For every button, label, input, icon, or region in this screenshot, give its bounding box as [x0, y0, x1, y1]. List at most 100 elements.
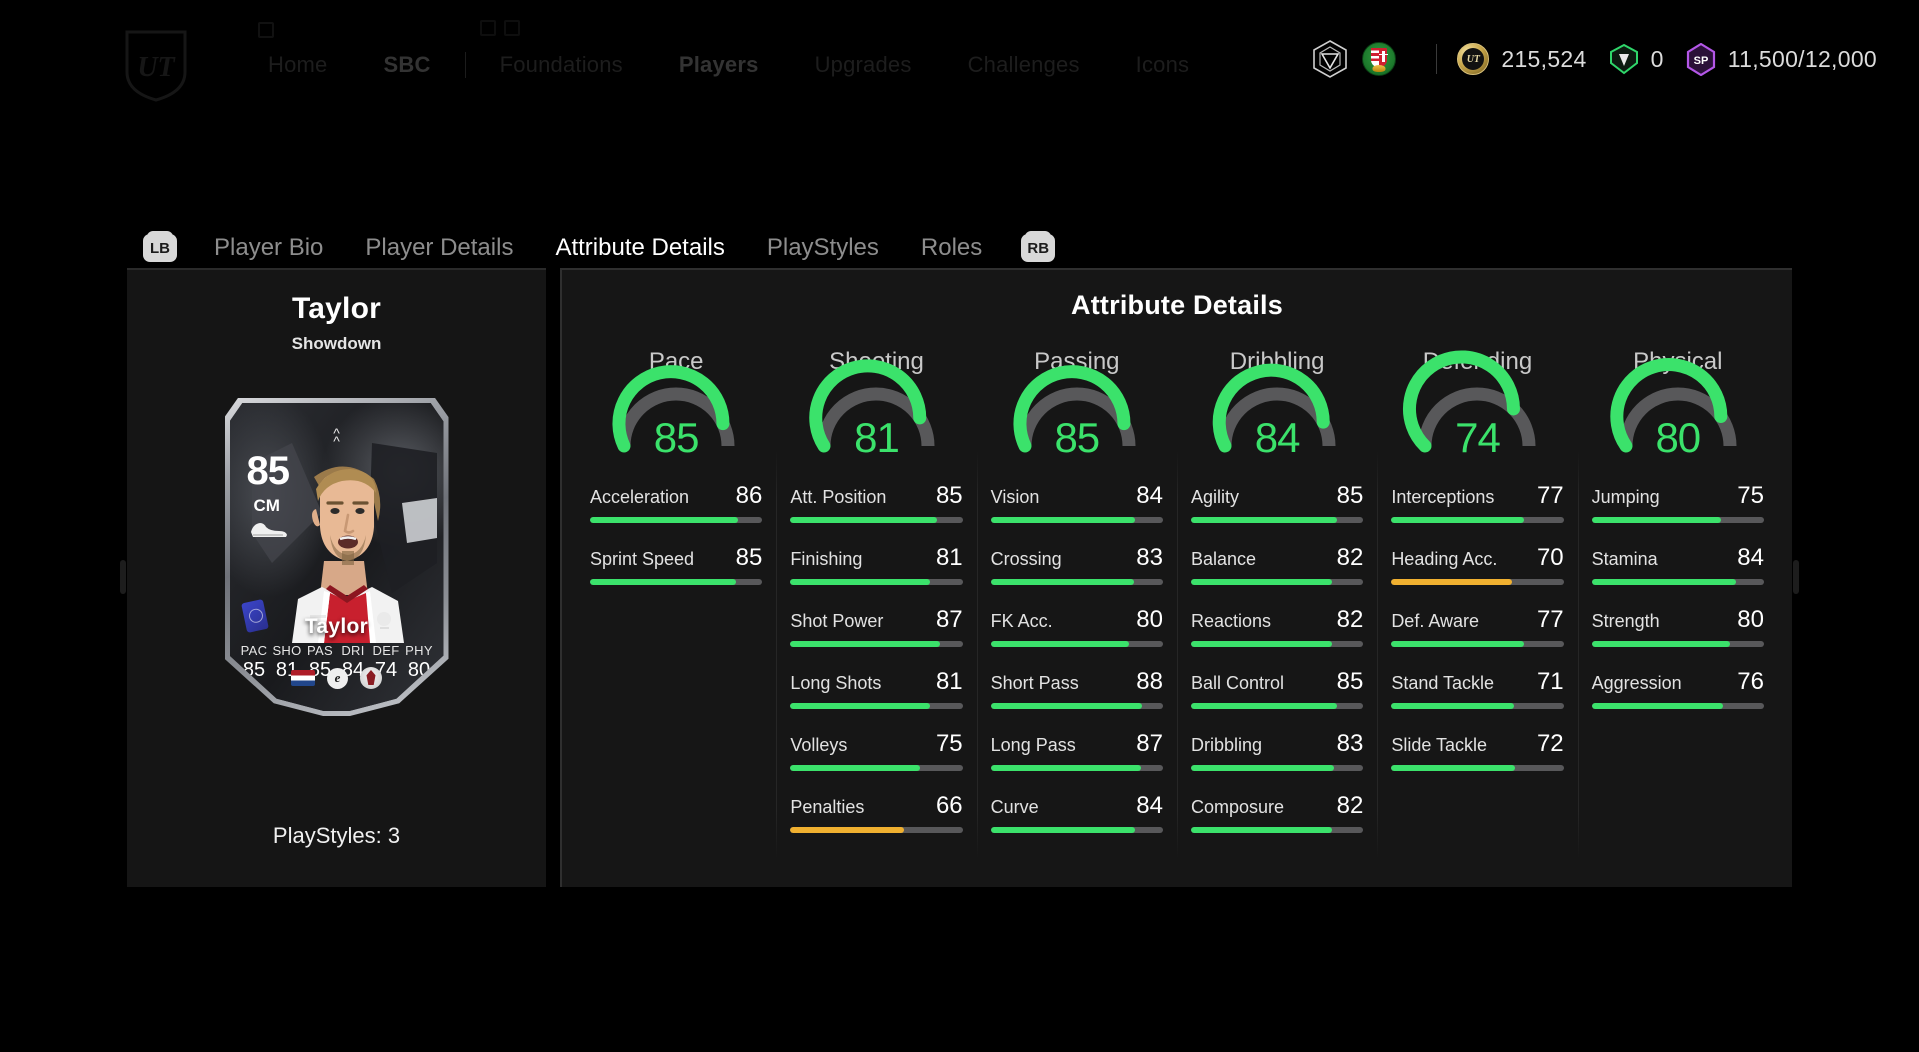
- tab-player-details[interactable]: Player Details: [344, 234, 534, 262]
- attribute-row-heading-acc: Heading Acc. 70: [1391, 544, 1564, 585]
- attribute-row-shot-power: Shot Power 87: [790, 606, 963, 647]
- attribute-bar: [1190, 703, 1364, 709]
- nav-item-icons[interactable]: Icons: [1108, 52, 1218, 78]
- currency-cluster: UT 215,524 0 SP 11,500/12,000: [1312, 40, 1877, 78]
- attribute-column-defending: Defending 74 Interceptions 77 Heading Ac…: [1377, 348, 1577, 877]
- attribute-value: 70: [1536, 544, 1564, 571]
- overall-value: 84: [1254, 414, 1301, 461]
- attribute-bar: [990, 579, 1163, 585]
- ut-coin-icon: UT: [1457, 43, 1490, 75]
- attribute-bar: [990, 765, 1163, 771]
- attribute-name: Long Pass: [990, 735, 1076, 755]
- attribute-name: Reactions: [1190, 611, 1272, 631]
- playstyles-count: PlayStyles: 3: [272, 823, 401, 848]
- card-player-name: Taylor: [304, 615, 369, 638]
- attribute-value: 77: [1536, 482, 1564, 509]
- nav-decor-icons-left: [258, 22, 274, 38]
- tab-player-bio[interactable]: Player Bio: [193, 234, 344, 262]
- attribute-row-fk-acc: FK Acc. 80: [990, 606, 1163, 647]
- attribute-value: 81: [935, 544, 963, 571]
- player-item-card[interactable]: ^ ^ 85 CM Taylor PAC SHO PAS DRI DEF PHY…: [224, 398, 449, 716]
- right-scroll-indicator[interactable]: [1793, 560, 1799, 594]
- fc-points-group[interactable]: 0: [1609, 43, 1664, 75]
- attribute-list: Att. Position 85 Finishing 81 Shot Power…: [790, 482, 963, 833]
- attribute-row-reactions: Reactions 82: [1190, 606, 1364, 647]
- attribute-bar: [1391, 765, 1564, 771]
- attribute-list: Jumping 75 Stamina 84 Strength 80 Aggres…: [1591, 482, 1764, 709]
- tab-attribute-details[interactable]: Attribute Details: [534, 234, 745, 262]
- attribute-bar: [1391, 579, 1564, 585]
- attribute-column-dribbling: Dribbling 84 Agility 85 Balance 82 React…: [1176, 348, 1377, 877]
- attribute-bar: [790, 703, 963, 709]
- attribute-name: Def. Aware: [1391, 611, 1480, 631]
- nav-item-challenges[interactable]: Challenges: [940, 52, 1108, 78]
- attribute-name: Acceleration: [590, 487, 690, 507]
- attribute-name: Jumping: [1591, 487, 1660, 507]
- tab-roles[interactable]: Roles: [900, 234, 1003, 262]
- card-rating: 85: [246, 449, 290, 493]
- svg-text:SP: SP: [1693, 55, 1708, 67]
- attribute-bar: [1591, 579, 1764, 585]
- attribute-row-balance: Balance 82: [1190, 544, 1364, 585]
- attribute-row-att-position: Att. Position 85: [790, 482, 963, 523]
- card-stat-label-sho: SHO: [272, 643, 302, 658]
- overall-value: 85: [653, 414, 700, 461]
- attribute-column-passing: Passing 85 Vision 84 Crossing 83 FK Acc.…: [976, 348, 1177, 877]
- card-badges: e: [230, 667, 444, 689]
- card-stat-label-phy: PHY: [405, 643, 433, 658]
- attribute-name: Sprint Speed: [590, 549, 695, 569]
- season-points-group[interactable]: SP 11,500/12,000: [1686, 42, 1877, 76]
- attribute-name: Dribbling: [1190, 735, 1263, 755]
- coins-value: 215,524: [1501, 45, 1587, 72]
- left-bumper-icon[interactable]: LB: [143, 231, 177, 262]
- nav-item-foundations[interactable]: Foundations: [472, 52, 651, 78]
- attribute-row-vision: Vision 84: [990, 482, 1163, 523]
- attribute-bar: [990, 827, 1163, 833]
- attribute-value: 86: [735, 482, 763, 509]
- attribute-value: 82: [1336, 544, 1364, 571]
- left-scroll-indicator[interactable]: [120, 560, 126, 594]
- eredivisie-logo-icon: e: [327, 667, 348, 689]
- attribute-name: Penalties: [790, 797, 865, 817]
- attribute-row-long-shots: Long Shots 81: [790, 668, 963, 709]
- attribute-value: 81: [935, 668, 963, 695]
- attribute-list: Interceptions 77 Heading Acc. 70 Def. Aw…: [1391, 482, 1564, 771]
- overall-value: 81: [854, 414, 900, 461]
- attribute-name: Ball Control: [1190, 673, 1285, 693]
- nav-item-players[interactable]: Players: [651, 52, 787, 78]
- nav-item-home[interactable]: Home: [240, 52, 356, 78]
- attribute-value: 82: [1336, 606, 1364, 633]
- attribute-column-shooting: Shooting 81 Att. Position 85 Finishing 8…: [776, 348, 976, 877]
- overall-gauge: 85: [610, 365, 742, 461]
- attribute-name: Agility: [1190, 487, 1239, 507]
- attribute-name: Finishing: [790, 549, 863, 569]
- card-position: CM: [253, 496, 280, 515]
- attribute-row-stand-tackle: Stand Tackle 71: [1391, 668, 1564, 709]
- attribute-name: Short Pass: [990, 673, 1079, 693]
- attribute-row-strength: Strength 80: [1591, 606, 1764, 647]
- currency-divider: [1436, 44, 1438, 74]
- attribute-bar: [990, 517, 1163, 523]
- attribute-row-ball-control: Ball Control 85: [1190, 668, 1364, 709]
- card-stat-label-def: DEF: [372, 643, 400, 658]
- attribute-row-def-aware: Def. Aware 77: [1391, 606, 1564, 647]
- attribute-list: Vision 84 Crossing 83 FK Acc. 80 Short P…: [990, 482, 1163, 833]
- tab-playstyles[interactable]: PlayStyles: [746, 234, 900, 262]
- attribute-row-aggression: Aggression 76: [1591, 668, 1764, 709]
- coins-group[interactable]: UT 215,524: [1457, 43, 1586, 75]
- attribute-value: 88: [1136, 668, 1163, 695]
- attribute-column-pace: Pace 85 Acceleration 86 Sprint Speed 85: [576, 348, 776, 877]
- attribute-value: 77: [1536, 606, 1564, 633]
- attribute-name: Long Shots: [790, 673, 882, 693]
- nav-item-upgrades[interactable]: Upgrades: [787, 52, 940, 78]
- attribute-value: 80: [1737, 606, 1764, 633]
- club-crest-icon: [1312, 40, 1348, 78]
- right-bumper-icon[interactable]: RB: [1021, 231, 1056, 262]
- card-stat-label-pas: PAS: [307, 643, 333, 658]
- nav-item-sbc[interactable]: SBC: [356, 52, 459, 78]
- attribute-bar: [1190, 765, 1364, 771]
- overall-gauge: 80: [1610, 358, 1744, 461]
- attribute-value: 87: [935, 606, 963, 633]
- attribute-value: 76: [1737, 668, 1764, 695]
- attribute-bar: [1391, 517, 1564, 523]
